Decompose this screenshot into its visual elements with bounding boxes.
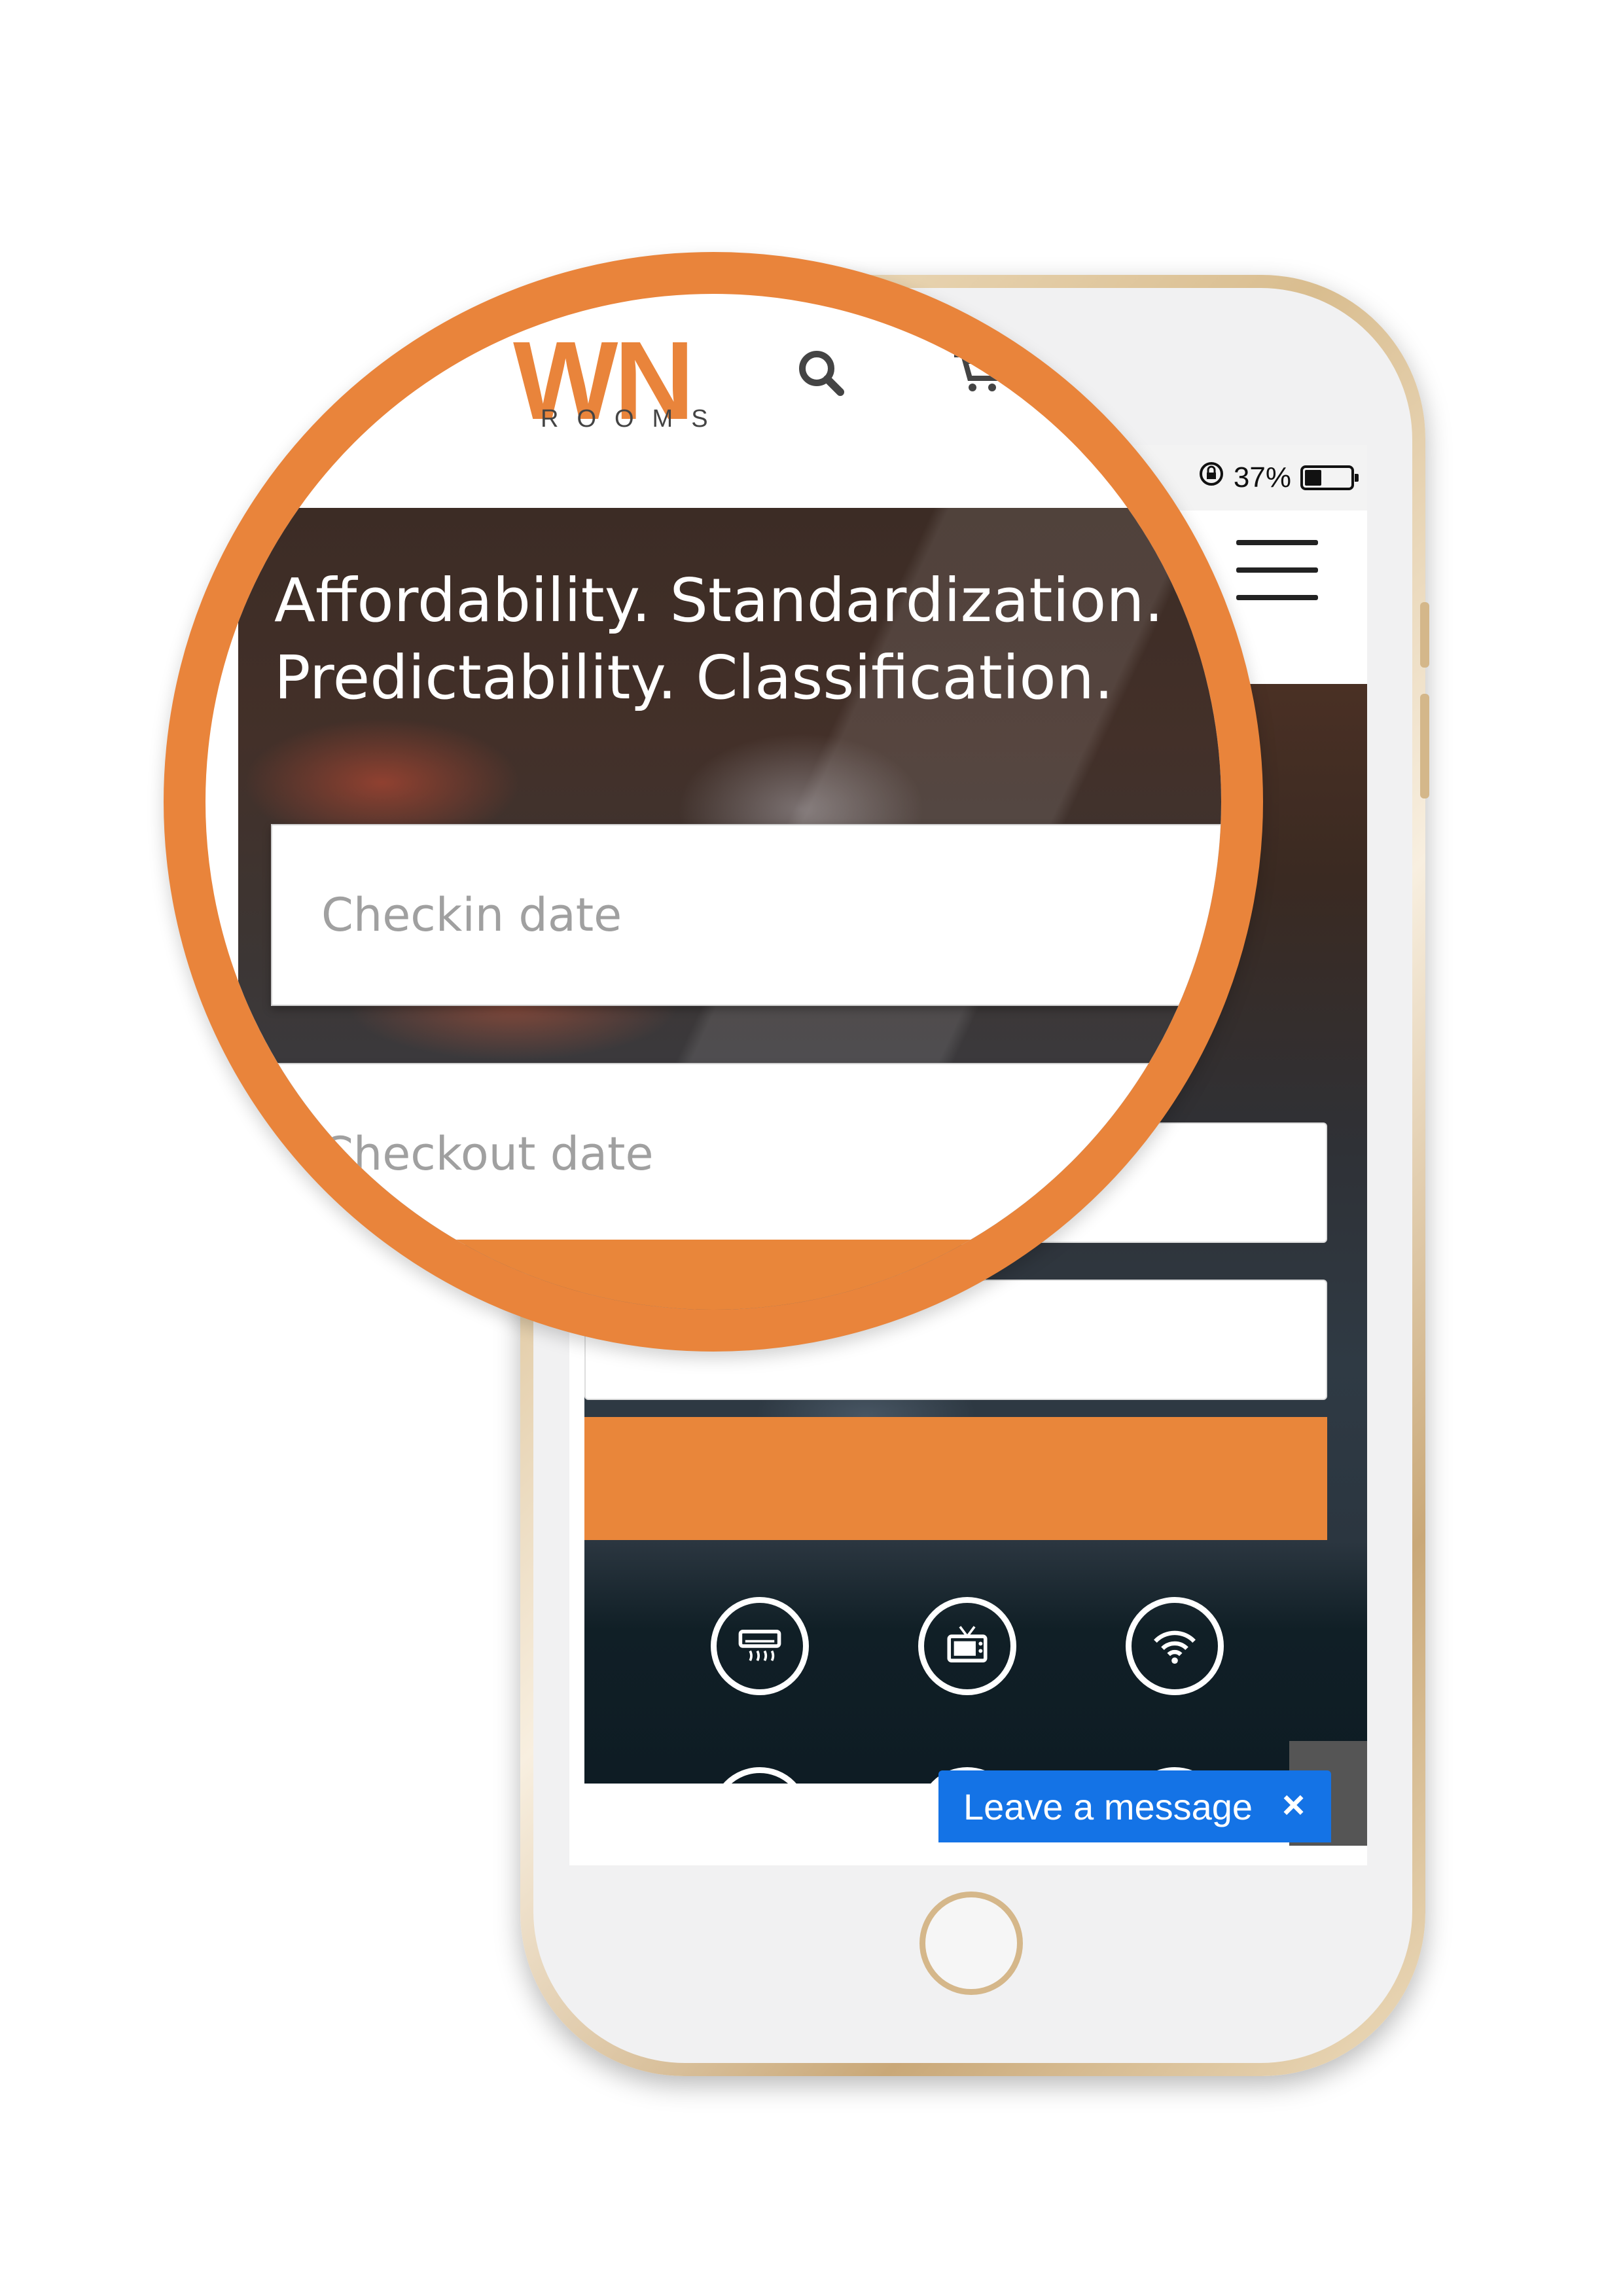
checkin-placeholder: Checkin date <box>321 888 622 942</box>
hero-tagline: Affordability. Standardization. Predicta… <box>274 562 1221 717</box>
tagline-line-1: Affordability. Standardization. <box>274 565 1164 636</box>
hamburger-menu-icon[interactable] <box>1236 540 1318 602</box>
coffee-icon <box>711 1767 810 1865</box>
checkin-date-input[interactable]: Checkin date <box>271 824 1221 1006</box>
battery-fill <box>1305 469 1321 486</box>
tv-icon <box>918 1597 1016 1695</box>
leave-message-label: Leave a message <box>963 1785 1253 1827</box>
checkout-date-input[interactable]: Checkout date <box>271 1063 1221 1245</box>
magnifier-callout: WN ROOMS Affordability. Standardization.… <box>164 252 1263 1352</box>
magnified-content: WN ROOMS Affordability. Standardization.… <box>205 294 1221 1310</box>
status-right: 37% <box>1198 461 1359 494</box>
cart-icon[interactable] <box>952 350 1005 395</box>
logo-subtitle: ROOMS <box>541 405 726 433</box>
phone-side-button <box>1420 694 1429 798</box>
close-icon[interactable]: × <box>1282 1782 1305 1827</box>
air-conditioner-icon <box>711 1597 810 1695</box>
phone-side-button <box>1420 602 1429 668</box>
search-icon[interactable] <box>794 346 847 399</box>
search-button[interactable] <box>584 1417 1327 1540</box>
leave-message-widget[interactable]: Leave a message × <box>938 1770 1331 1842</box>
checkout-placeholder: Checkout date <box>321 1127 654 1181</box>
battery-icon <box>1300 465 1359 490</box>
home-button[interactable] <box>919 1892 1023 1995</box>
battery-percent: 37% <box>1233 461 1291 493</box>
wifi-icon <box>1125 1597 1224 1695</box>
tagline-line-2: Predictability. Classification. <box>274 643 1114 713</box>
